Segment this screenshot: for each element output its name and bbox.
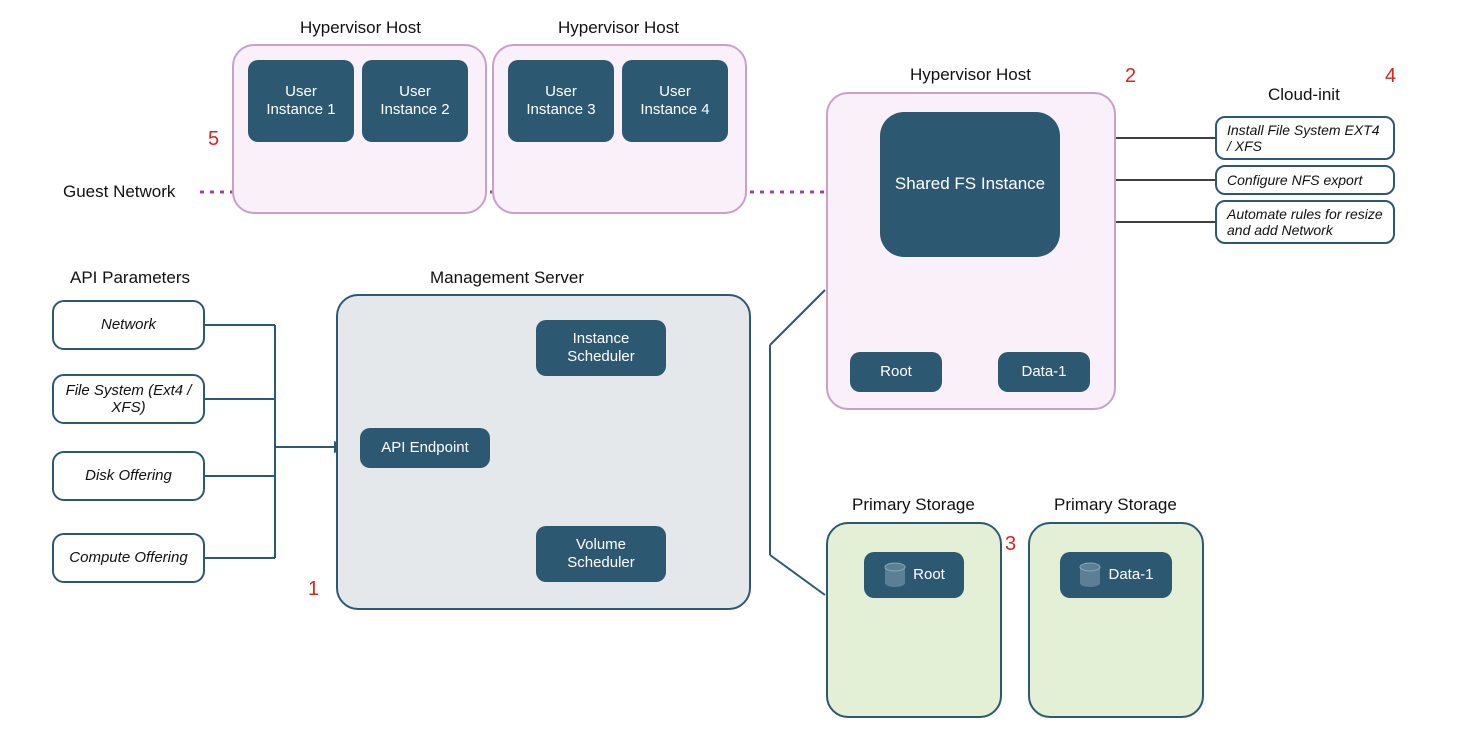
- step-number-1: 1: [308, 578, 319, 601]
- user-instance-1: User Instance 1: [248, 60, 354, 142]
- user-instance-4: User Instance 4: [622, 60, 728, 142]
- guest-network-label: Guest Network: [63, 182, 175, 202]
- param-compute-offering: Compute Offering: [52, 533, 205, 583]
- storage-root: Root: [864, 552, 964, 598]
- hypervisor-host-label-1: Hypervisor Host: [300, 18, 421, 38]
- instance-scheduler: Instance Scheduler: [536, 320, 666, 376]
- primary-storage-label-2: Primary Storage: [1054, 495, 1177, 515]
- hypervisor-root: Root: [850, 352, 942, 392]
- user-instance-3: User Instance 3: [508, 60, 614, 142]
- api-endpoint: API Endpoint: [360, 428, 490, 468]
- cloud-init-nfs: Configure NFS export: [1215, 165, 1395, 195]
- param-disk-offering: Disk Offering: [52, 451, 205, 501]
- management-server-label: Management Server: [430, 268, 584, 288]
- storage-data1: Data-1: [1060, 552, 1172, 598]
- cloud-init-install-fs: Install File System EXT4 / XFS: [1215, 116, 1395, 160]
- param-file-system: File System (Ext4 / XFS): [52, 374, 205, 424]
- shared-fs-instance: Shared FS Instance: [880, 112, 1060, 257]
- storage-data1-label: Data-1: [1108, 566, 1153, 584]
- cloud-init-label: Cloud-init: [1268, 85, 1340, 105]
- user-instance-2: User Instance 2: [362, 60, 468, 142]
- api-parameters-label: API Parameters: [70, 268, 190, 288]
- step-number-4: 4: [1385, 65, 1396, 88]
- hypervisor-host-label-2: Hypervisor Host: [558, 18, 679, 38]
- param-network: Network: [52, 300, 205, 350]
- volume-scheduler: Volume Scheduler: [536, 526, 666, 582]
- hypervisor-data1: Data-1: [998, 352, 1090, 392]
- hypervisor-host-label-3: Hypervisor Host: [910, 65, 1031, 85]
- cloud-init-automate: Automate rules for resize and add Networ…: [1215, 200, 1395, 244]
- storage-root-label: Root: [913, 566, 945, 584]
- primary-storage-label-1: Primary Storage: [852, 495, 975, 515]
- step-number-2: 2: [1125, 65, 1136, 88]
- step-number-3: 3: [1005, 533, 1016, 556]
- step-number-5: 5: [208, 128, 219, 151]
